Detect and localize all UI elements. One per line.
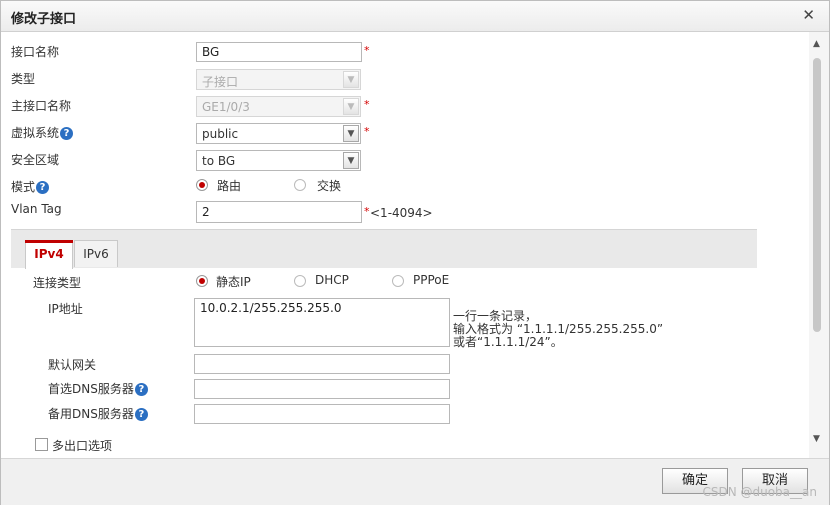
static-ip-radio[interactable] (196, 275, 208, 287)
watermark: CSDN @duoba__an (702, 485, 817, 499)
scroll-up-icon[interactable]: ▲ (813, 39, 820, 49)
tab-ipv4[interactable]: IPv4 (25, 240, 73, 269)
mode-route-radio[interactable] (196, 179, 208, 191)
security-zone-value: to BG (202, 154, 236, 168)
secondary-dns-input[interactable] (194, 404, 450, 424)
title-bar[interactable]: 修改子接口 ✕ (1, 1, 829, 32)
multi-egress-label: 多出口选项 (52, 439, 113, 453)
static-ip-label: 静态IP (216, 275, 251, 289)
virtual-system-label-text: 虚拟系统 (11, 126, 60, 140)
help-icon[interactable]: ? (36, 181, 50, 194)
type-select: 子接口 ▼ (196, 69, 361, 90)
multi-egress-checkbox[interactable] (35, 438, 48, 451)
security-zone-select[interactable]: to BG ▼ (196, 150, 361, 171)
mode-label-text: 模式 (11, 180, 36, 194)
vlan-range-hint: <1-4094> (370, 206, 433, 220)
default-gateway-input[interactable] (194, 354, 450, 374)
required-mark: * (364, 98, 370, 111)
ip-hint-line-3: 或者“1.1.1.1/24”。 (453, 335, 563, 349)
mode-switch-label: 交换 (317, 179, 342, 193)
tab-strip: IPv4 IPv6 (11, 229, 757, 269)
virtual-system-value: public (202, 127, 239, 141)
secondary-dns-label: 备用DNS服务器? (48, 405, 148, 422)
type-label: 类型 (11, 72, 36, 86)
connection-type-label: 连接类型 (33, 276, 82, 290)
scroll-down-icon[interactable]: ▼ (813, 434, 820, 444)
dialog-footer: 确定 取消 CSDN @duoba__an (1, 458, 829, 505)
mode-label: 模式? (11, 178, 50, 195)
parent-interface-label: 主接口名称 (11, 99, 72, 113)
required-mark: * (364, 125, 370, 138)
security-zone-label: 安全区域 (11, 153, 60, 167)
help-icon[interactable]: ? (134, 383, 148, 396)
primary-dns-label: 首选DNS服务器? (48, 380, 148, 397)
ip-address-label: IP地址 (48, 302, 83, 316)
vertical-scrollbar[interactable]: ▲ ▼ (809, 32, 829, 458)
mode-switch-radio[interactable] (294, 179, 306, 191)
ip-address-textarea[interactable]: 10.0.2.1/255.255.255.0 (194, 298, 450, 347)
interface-name-input[interactable]: BG (196, 42, 362, 62)
dhcp-label: DHCP (315, 273, 349, 287)
ip-config-panel: IPv4 IPv6 连接类型 静态IP DHCP PPPoE IP地址 10.0… (11, 229, 757, 458)
chevron-down-icon[interactable]: ▼ (343, 125, 359, 142)
secondary-dns-label-text: 备用DNS服务器 (48, 407, 134, 421)
close-icon[interactable]: ✕ (802, 6, 815, 24)
chevron-down-icon: ▼ (343, 98, 359, 115)
parent-interface-select: GE1/0/3 ▼ (196, 96, 361, 117)
tab-ipv6[interactable]: IPv6 (74, 240, 118, 267)
interface-name-label: 接口名称 (11, 45, 60, 59)
pppoe-label: PPPoE (413, 273, 450, 287)
required-mark: * (364, 44, 370, 57)
dialog-title: 修改子接口 (11, 12, 77, 27)
scroll-thumb[interactable] (813, 58, 821, 332)
edit-subinterface-dialog: 修改子接口 ✕ 接口名称 BG * 类型 子接口 ▼ 主接口名称 GE1/0/3… (0, 0, 830, 505)
virtual-system-select[interactable]: public ▼ (196, 123, 361, 144)
type-value: 子接口 (202, 75, 239, 89)
pppoe-radio[interactable] (392, 275, 404, 287)
mode-route-label: 路由 (217, 179, 242, 193)
virtual-system-label: 虚拟系统? (11, 124, 74, 141)
primary-dns-label-text: 首选DNS服务器 (48, 382, 134, 396)
vlan-tag-label: Vlan Tag (11, 202, 62, 216)
vlan-tag-input[interactable]: 2 (196, 201, 362, 223)
dialog-body: 接口名称 BG * 类型 子接口 ▼ 主接口名称 GE1/0/3 ▼ * 虚拟系… (1, 32, 809, 458)
chevron-down-icon: ▼ (343, 71, 359, 88)
dhcp-radio[interactable] (294, 275, 306, 287)
help-icon[interactable]: ? (60, 127, 74, 140)
primary-dns-input[interactable] (194, 379, 450, 399)
parent-interface-value: GE1/0/3 (202, 100, 250, 114)
help-icon[interactable]: ? (134, 408, 148, 421)
default-gateway-label: 默认网关 (48, 358, 97, 372)
required-mark: * (364, 205, 370, 218)
chevron-down-icon[interactable]: ▼ (343, 152, 359, 169)
